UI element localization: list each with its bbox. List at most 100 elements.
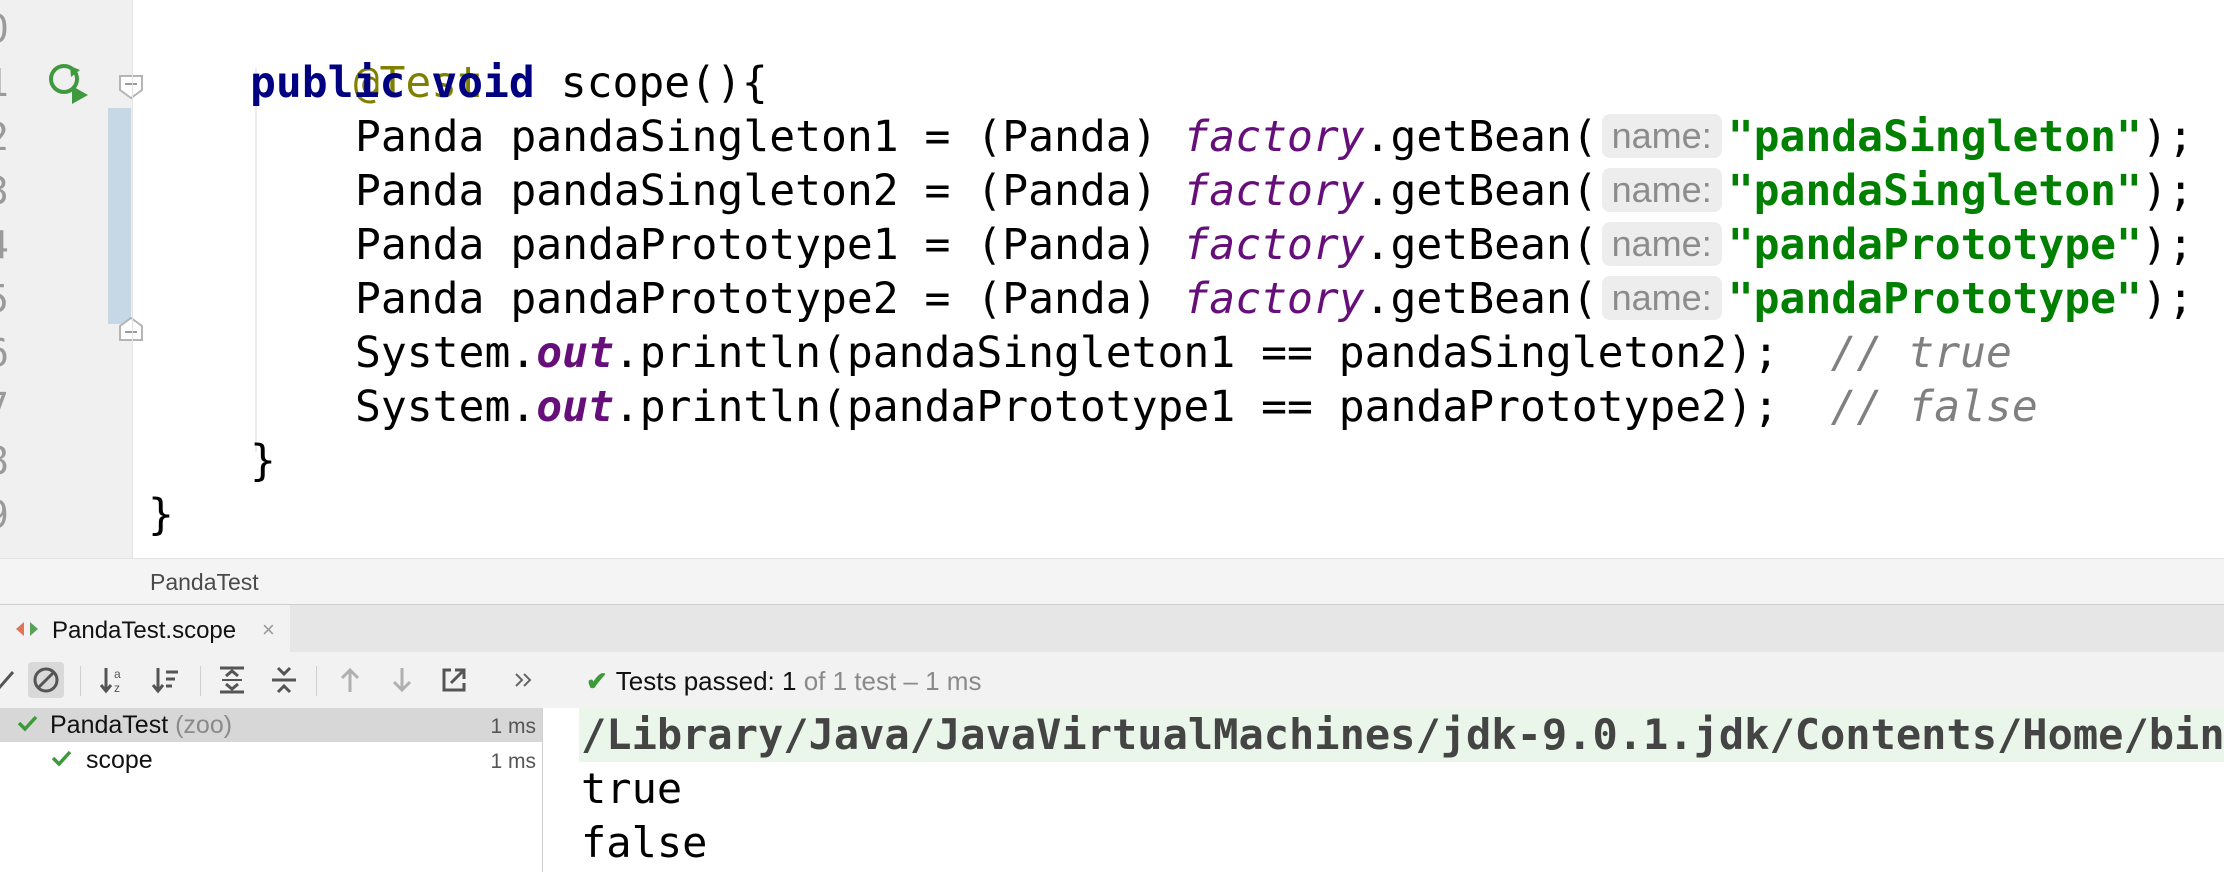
export-results-button[interactable] xyxy=(436,662,472,698)
run-tab-label: PandaTest.scope xyxy=(52,617,237,644)
parameter-hint: name: xyxy=(1601,113,1722,158)
toolbar-separator xyxy=(316,666,317,696)
sort-alpha-icon: az xyxy=(99,667,121,695)
test-duration: 1 ms xyxy=(490,750,536,773)
next-failed-test-button[interactable] xyxy=(384,662,420,698)
line-number: 7 xyxy=(0,380,46,434)
code-line-method-signature[interactable]: public void scope(){ xyxy=(250,56,768,110)
status-count: 1 xyxy=(782,666,797,696)
declaration: Panda pandaPrototype1 = (Panda) xyxy=(355,220,1184,270)
ignored-icon xyxy=(33,667,59,693)
sort-alphabetically-button[interactable]: az xyxy=(96,662,132,698)
line-number: 2 xyxy=(0,110,46,164)
sort-duration-icon xyxy=(151,668,178,694)
show-ignored-toggle-button[interactable] xyxy=(28,662,64,698)
declaration: Panda pandaPrototype2 = (Panda) xyxy=(355,274,1184,324)
parameter-hint: name: xyxy=(1601,167,1722,212)
code-line-getbean[interactable]: Panda pandaPrototype2 = (Panda) factory.… xyxy=(355,272,2194,326)
test-class-package: (zoo) xyxy=(168,711,233,739)
status-suffix: of 1 test – 1 ms xyxy=(796,666,982,696)
field-token: factory xyxy=(1183,166,1365,216)
println-call: .println(pandaPrototype1 == pandaPrototy… xyxy=(613,382,1831,432)
console-output-line: true xyxy=(581,764,683,813)
console-output[interactable]: /Library/Java/JavaVirtualMachines/jdk-9.… xyxy=(543,708,2224,872)
sort-by-duration-button[interactable] xyxy=(148,662,184,698)
collapse-all-button[interactable] xyxy=(266,662,302,698)
code-line-getbean[interactable]: Panda pandaSingleton2 = (Panda) factory.… xyxy=(355,164,2194,218)
static-field-token: out xyxy=(536,328,614,378)
code-line-getbean[interactable]: Panda pandaPrototype1 = (Panda) factory.… xyxy=(355,218,2194,272)
show-passed-toggle-button[interactable] xyxy=(0,662,20,698)
test-runner-toolbar: az ✔ Tests passed: 1 of 1 test – 1 ms xyxy=(0,652,2224,709)
run-test-icon[interactable] xyxy=(44,58,94,108)
fold-collapse-icon[interactable] xyxy=(118,74,144,100)
toolbar-separator xyxy=(80,666,81,696)
fold-end-icon[interactable] xyxy=(118,316,144,342)
method-call: .getBean( xyxy=(1364,220,1598,270)
editor-gutter: 0 1 2 3 4 5 6 7 8 9 xyxy=(0,0,143,558)
println-call: .println(pandaSingleton1 == pandaSinglet… xyxy=(613,328,1831,378)
string-literal: "pandaPrototype" xyxy=(1727,220,2142,270)
line-comment: // false xyxy=(1830,382,2038,432)
previous-failed-test-button[interactable] xyxy=(332,662,368,698)
passed-check-icon xyxy=(17,715,38,732)
line-number: 3 xyxy=(0,164,46,218)
console-output-line: false xyxy=(581,818,708,867)
code-line-println[interactable]: System.out.println(pandaSingleton1 == pa… xyxy=(355,326,2012,380)
test-duration: 1 ms xyxy=(490,715,536,738)
double-chevron-icon xyxy=(515,673,532,687)
line-number: 4 xyxy=(0,218,46,272)
code-line-println[interactable]: System.out.println(pandaPrototype1 == pa… xyxy=(355,380,2038,434)
statement-end: ); xyxy=(2141,274,2194,324)
system-class: System. xyxy=(355,328,537,378)
test-method-name: scope xyxy=(86,746,153,774)
svg-text:a: a xyxy=(114,667,121,681)
breadcrumb-class[interactable]: PandaTest xyxy=(150,569,259,596)
junit-config-icon xyxy=(16,622,38,636)
tree-row-test-method[interactable]: scope 1 ms xyxy=(0,743,542,777)
statement-end: ); xyxy=(2141,166,2194,216)
collapse-all-icon xyxy=(272,666,296,694)
static-field-token: out xyxy=(536,382,614,432)
code-line-getbean[interactable]: Panda pandaSingleton1 = (Panda) factory.… xyxy=(355,110,2194,164)
expand-all-button[interactable] xyxy=(214,662,250,698)
method-call: .getBean( xyxy=(1364,274,1598,324)
test-results-tree: PandaTest (zoo) 1 ms scope 1 ms xyxy=(0,708,543,872)
toolbar-separator xyxy=(200,666,201,696)
code-line-close-method[interactable]: } xyxy=(250,434,276,488)
tab-run-config[interactable]: PandaTest.scope × xyxy=(0,605,290,653)
keyword-void: void xyxy=(431,58,535,108)
statement-end: ); xyxy=(2141,220,2194,270)
close-tab-icon[interactable]: × xyxy=(262,617,275,643)
code-editor[interactable]: 0 1 2 3 4 5 6 7 8 9 @Test public void sc… xyxy=(0,0,2224,558)
more-actions-button[interactable] xyxy=(506,662,542,698)
method-call: .getBean( xyxy=(1364,112,1598,162)
line-comment: // true xyxy=(1830,328,2012,378)
method-signature: scope(){ xyxy=(560,58,768,108)
method-call: .getBean( xyxy=(1364,166,1598,216)
vcs-change-marker[interactable] xyxy=(108,108,131,324)
string-literal: "pandaSingleton" xyxy=(1727,166,2142,216)
code-line-close-class[interactable]: } xyxy=(148,488,174,542)
code-line-annotation[interactable]: @Test xyxy=(250,2,483,108)
declaration: Panda pandaSingleton1 = (Panda) xyxy=(355,112,1184,162)
statement-end: ); xyxy=(2141,112,2194,162)
line-number: 5 xyxy=(0,272,46,326)
export-icon xyxy=(442,668,466,692)
arrow-up-icon xyxy=(340,667,360,692)
keyword-public: public xyxy=(250,58,406,108)
line-number: 8 xyxy=(0,434,46,488)
tree-row-test-class[interactable]: PandaTest (zoo) 1 ms xyxy=(0,708,542,742)
field-token: factory xyxy=(1183,112,1365,162)
passed-check-icon xyxy=(51,750,72,767)
breadcrumb-bar: PandaTest xyxy=(0,558,2224,605)
test-class-name: PandaTest xyxy=(50,711,169,739)
declaration: Panda pandaSingleton2 = (Panda) xyxy=(355,166,1184,216)
parameter-hint: name: xyxy=(1601,275,1722,320)
status-prefix: Tests passed: xyxy=(615,666,782,696)
tree-row-label: PandaTest (zoo) xyxy=(50,711,232,740)
run-tab-bar: PandaTest.scope × xyxy=(0,604,2224,654)
svg-text:z: z xyxy=(114,681,120,695)
line-number: 9 xyxy=(0,488,46,542)
console-command-line: /Library/Java/JavaVirtualMachines/jdk-9.… xyxy=(579,708,2224,762)
